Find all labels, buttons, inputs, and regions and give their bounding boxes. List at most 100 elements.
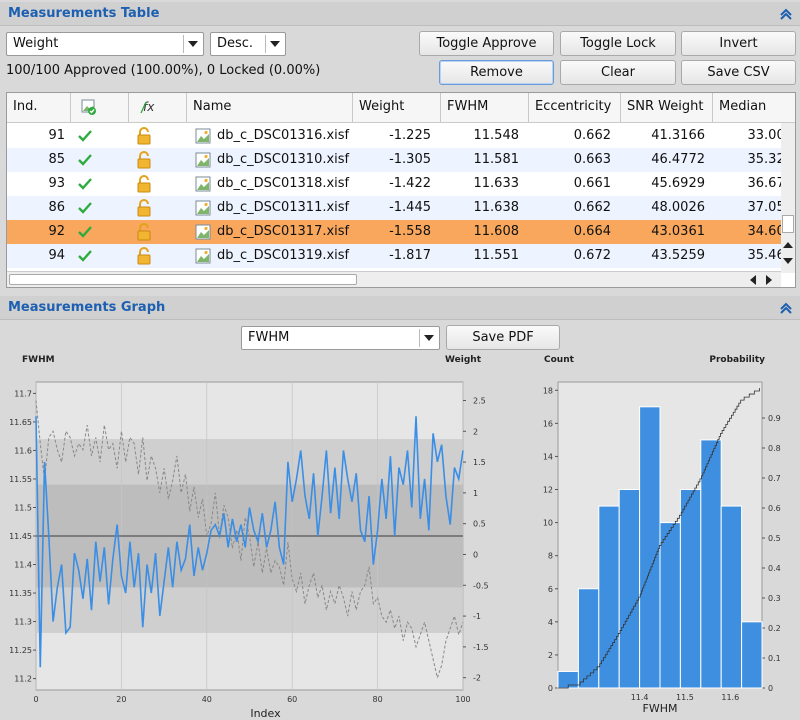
unlocked-icon[interactable] bbox=[135, 247, 153, 265]
approved-check-icon[interactable] bbox=[77, 225, 93, 239]
graph-property-select[interactable]: FWHM bbox=[241, 326, 440, 350]
approved-check-icon[interactable] bbox=[77, 249, 93, 263]
y2-tick-label: 2 bbox=[473, 427, 478, 436]
table-row[interactable]: 92 db_c_DSC01317.xisf -1.558 11.608 0.664 43.… bbox=[7, 220, 795, 244]
y-tick-label: 12 bbox=[543, 486, 553, 495]
table-section-title: Measurements Table bbox=[8, 6, 160, 21]
y2-tick-label: 0.7 bbox=[768, 474, 781, 483]
cell-eccentricity: 0.662 bbox=[573, 200, 611, 215]
cell-snr-weight: 48.0026 bbox=[651, 200, 705, 215]
y-tick-label: 11.7 bbox=[14, 389, 32, 398]
table-row[interactable]: 91 db_c_DSC01316.xisf -1.225 11.548 0.662 41.… bbox=[7, 124, 795, 148]
col-approved[interactable] bbox=[71, 93, 129, 123]
image-file-icon bbox=[195, 248, 211, 264]
save-csv-button[interactable]: Save CSV bbox=[681, 60, 796, 85]
scroll-right-icon[interactable] bbox=[765, 275, 773, 285]
unlocked-icon[interactable] bbox=[135, 127, 153, 145]
collapse-icon[interactable] bbox=[780, 302, 792, 314]
x-tick-label: 11.5 bbox=[676, 693, 694, 702]
table-row[interactable]: 93 db_c_DSC01318.xisf -1.422 11.633 0.661 45.… bbox=[7, 172, 795, 196]
chevron-down-icon bbox=[183, 35, 201, 53]
approved-check-icon[interactable] bbox=[77, 129, 93, 143]
histogram-chart[interactable]: 0 2 4 6 8 10 12 14 16 18 0 0.1 0.2 0.3 0.4 0.5 0.6 0.7 0.8… bbox=[520, 350, 800, 720]
y2-tick-label: 0.9 bbox=[768, 414, 781, 423]
save-pdf-button[interactable]: Save PDF bbox=[446, 325, 560, 350]
sort-order-value: Desc. bbox=[217, 36, 254, 51]
approved-check-icon[interactable] bbox=[77, 153, 93, 167]
cell-fwhm: 11.548 bbox=[473, 128, 520, 143]
y2-axis-label: Probability bbox=[709, 355, 765, 365]
clear-button[interactable]: Clear bbox=[560, 60, 676, 85]
y-tick-label: 11.25 bbox=[9, 646, 32, 655]
y2-tick-label: 0 bbox=[768, 684, 773, 693]
col-fwhm[interactable]: FWHM bbox=[441, 93, 529, 123]
col-weight[interactable]: Weight bbox=[353, 93, 441, 123]
col-eccentricity[interactable]: Eccentricity bbox=[529, 93, 621, 123]
y-tick-label: 10 bbox=[543, 519, 553, 528]
graph-section-header[interactable]: Measurements Graph bbox=[0, 296, 800, 320]
invert-button[interactable]: Invert bbox=[681, 31, 796, 56]
cell-index: 91 bbox=[48, 128, 65, 143]
cell-fwhm: 11.551 bbox=[473, 248, 520, 263]
scroll-down-icon[interactable] bbox=[783, 257, 793, 265]
cell-eccentricity: 0.664 bbox=[573, 224, 611, 239]
cell-eccentricity: 0.661 bbox=[573, 176, 611, 191]
line-chart[interactable]: 0 20 40 60 80 10011.211.2511.311.3511.411.451… bbox=[0, 350, 520, 720]
cell-fwhm: 11.581 bbox=[473, 152, 520, 167]
unlocked-icon[interactable] bbox=[135, 151, 153, 169]
cell-name: db_c_DSC01316.xisf bbox=[217, 128, 350, 143]
histogram-bar bbox=[659, 522, 681, 689]
scroll-left-icon[interactable] bbox=[749, 275, 757, 285]
unlocked-icon[interactable] bbox=[135, 223, 153, 241]
y-tick-label: 8 bbox=[548, 552, 553, 561]
sort-order-select[interactable]: Desc. bbox=[210, 32, 286, 56]
sort-field-select[interactable]: Weight bbox=[6, 32, 204, 56]
x-tick-label: 100 bbox=[455, 695, 470, 704]
hscroll-thumb[interactable] bbox=[9, 274, 357, 285]
col-locked[interactable]: fx bbox=[129, 93, 187, 123]
y-tick-label: 14 bbox=[543, 452, 553, 461]
chevron-down-icon bbox=[419, 329, 437, 347]
col-snr-weight[interactable]: SNR Weight bbox=[621, 93, 713, 123]
measurements-table[interactable]: Ind. fx Name Weight FWHM Eccentricity SN… bbox=[6, 92, 796, 288]
function-icon: fx bbox=[140, 100, 155, 114]
vertical-scrollbar[interactable] bbox=[781, 123, 795, 273]
vscroll-thumb[interactable] bbox=[782, 215, 794, 233]
approved-check-icon[interactable] bbox=[77, 201, 93, 215]
cell-weight: -1.445 bbox=[389, 200, 431, 215]
cell-snr-weight: 43.5259 bbox=[651, 248, 705, 263]
table-row[interactable]: 86 db_c_DSC01311.xisf -1.445 11.638 0.662 48.… bbox=[7, 196, 795, 220]
cell-name: db_c_DSC01317.xisf bbox=[217, 224, 350, 239]
table-row[interactable]: 85 db_c_DSC01310.xisf -1.305 11.581 0.663 46.… bbox=[7, 148, 795, 172]
cell-index: 92 bbox=[48, 224, 65, 239]
y-tick-label: 0 bbox=[548, 684, 553, 693]
y2-tick-label: 1 bbox=[473, 489, 478, 498]
col-index[interactable]: Ind. bbox=[7, 93, 71, 123]
graph-section-title: Measurements Graph bbox=[8, 300, 166, 315]
col-median[interactable]: Median bbox=[713, 93, 795, 123]
horizontal-scrollbar[interactable] bbox=[7, 271, 781, 287]
cell-fwhm: 11.638 bbox=[473, 200, 520, 215]
y-tick-label: 11.2 bbox=[14, 675, 32, 684]
toggle-approve-button[interactable]: Toggle Approve bbox=[419, 31, 554, 56]
y2-tick-label: 0.5 bbox=[768, 534, 781, 543]
scroll-up-icon[interactable] bbox=[783, 241, 793, 249]
table-section-header[interactable]: Measurements Table bbox=[0, 2, 800, 26]
unlocked-icon[interactable] bbox=[135, 199, 153, 217]
cell-index: 86 bbox=[48, 200, 65, 215]
histogram-bar bbox=[618, 489, 641, 689]
unlocked-icon[interactable] bbox=[135, 175, 153, 193]
y2-tick-label: -1.5 bbox=[473, 643, 489, 652]
remove-button[interactable]: Remove bbox=[439, 60, 554, 85]
cell-name: db_c_DSC01318.xisf bbox=[217, 176, 350, 191]
approved-check-icon[interactable] bbox=[77, 177, 93, 191]
x-axis-label: FWHM bbox=[643, 702, 678, 715]
collapse-icon[interactable] bbox=[780, 8, 792, 20]
cell-eccentricity: 0.672 bbox=[573, 248, 611, 263]
y-tick-label: 11.3 bbox=[14, 618, 32, 627]
col-name[interactable]: Name bbox=[187, 93, 353, 123]
toggle-lock-button[interactable]: Toggle Lock bbox=[560, 31, 676, 56]
histogram-bar bbox=[639, 406, 661, 689]
y2-axis-label: Weight bbox=[445, 355, 482, 365]
table-row[interactable]: 94 db_c_DSC01319.xisf -1.817 11.551 0.672 43.… bbox=[7, 244, 795, 268]
